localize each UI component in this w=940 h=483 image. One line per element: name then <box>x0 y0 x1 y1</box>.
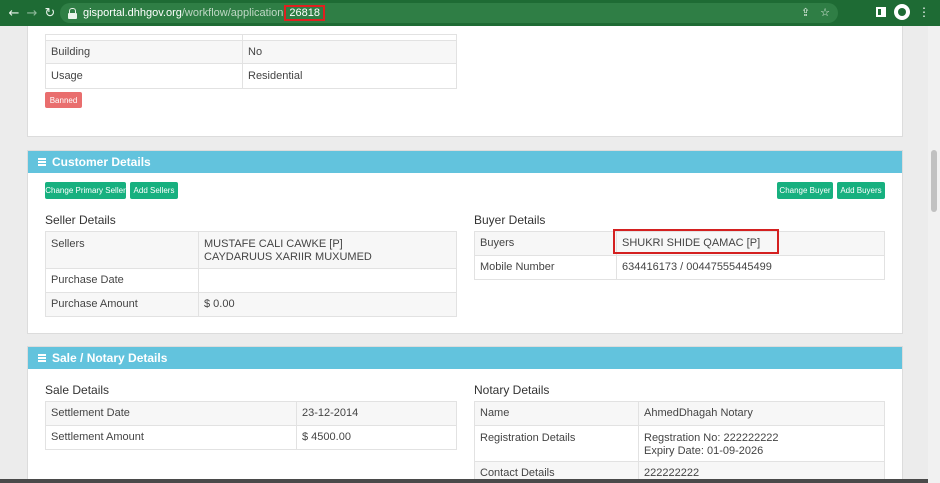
seller-details-title: Seller Details <box>45 213 116 227</box>
add-buyers-button[interactable]: Add Buyers <box>837 182 885 199</box>
settlement-date-label: Settlement Date <box>45 401 297 426</box>
property-details-card: Building No Usage Residential Banned <box>27 26 903 137</box>
share-icon[interactable]: ⇪ <box>801 6 810 19</box>
customer-details-title: Customer Details <box>52 155 151 169</box>
purchase-amount-label: Purchase Amount <box>45 292 199 317</box>
table-row: Building No <box>45 40 457 64</box>
seller-table: Sellers MUSTAFE CALI CAWKE [P] CAYDARUUS… <box>45 231 457 317</box>
notary-details-title: Notary Details <box>474 383 550 397</box>
buyer-highlight-box <box>613 229 779 254</box>
table-row: Purchase Amount $ 0.00 <box>45 292 457 317</box>
registration-number: Regstration No: 222222222 <box>644 432 779 444</box>
forward-arrow-icon[interactable]: → <box>22 3 42 23</box>
expiry-date: Expiry Date: 01-09-2026 <box>644 445 764 457</box>
building-value: No <box>242 40 457 64</box>
list-icon <box>38 158 46 166</box>
side-panel-icon[interactable] <box>876 7 886 17</box>
change-buyer-button[interactable]: Change Buyer <box>777 182 833 199</box>
table-row: Registration Details Regstration No: 222… <box>474 425 885 462</box>
purchase-amount-value: $ 0.00 <box>198 292 457 317</box>
browser-toolbar: ← → ↻ gisportal.dhhgov.org/workflow/appl… <box>0 0 940 26</box>
usage-value: Residential <box>242 63 457 89</box>
sale-notary-details-header: Sale / Notary Details <box>28 347 902 369</box>
add-sellers-button[interactable]: Add Sellers <box>130 182 178 199</box>
settlement-amount-label: Settlement Amount <box>45 425 297 450</box>
table-row: Purchase Date <box>45 268 457 293</box>
sellers-value: MUSTAFE CALI CAWKE [P] CAYDARUUS XARIIR … <box>198 231 457 269</box>
mobile-number-label: Mobile Number <box>474 255 617 280</box>
reload-icon[interactable]: ↻ <box>40 3 60 23</box>
table-row: Mobile Number 634416173 / 00447555445499 <box>474 255 885 280</box>
mobile-number-value: 634416173 / 00447555445499 <box>616 255 885 280</box>
usage-label: Usage <box>45 63 243 89</box>
sale-table: Settlement Date 23-12-2014 Settlement Am… <box>45 401 457 450</box>
registration-details-label: Registration Details <box>474 425 639 462</box>
seller-name: CAYDARUUS XARIIR MUXUMED <box>204 251 372 263</box>
purchase-date-label: Purchase Date <box>45 268 199 293</box>
primary-seller-name: MUSTAFE CALI CAWKE [P] <box>204 238 343 250</box>
menu-kebab-icon[interactable]: ⋮ <box>918 5 930 19</box>
bookmark-star-icon[interactable]: ☆ <box>820 6 830 19</box>
taskbar-strip <box>0 479 928 483</box>
table-row: Settlement Date 23-12-2014 <box>45 401 457 426</box>
buyers-label: Buyers <box>474 231 617 256</box>
notary-name-value: AhmedDhagah Notary <box>638 401 885 426</box>
notary-name-label: Name <box>474 401 639 426</box>
settlement-amount-value: $ 4500.00 <box>296 425 457 450</box>
change-primary-seller-button[interactable]: Change Primary Seller <box>45 182 126 199</box>
scrollbar-thumb[interactable] <box>931 150 937 212</box>
building-label: Building <box>45 40 243 64</box>
purchase-date-value <box>198 268 457 293</box>
profile-avatar-icon[interactable] <box>894 4 910 20</box>
sale-details-title: Sale Details <box>45 383 110 397</box>
back-arrow-icon[interactable]: ← <box>4 3 24 23</box>
url-application-id: 26818 <box>284 5 325 21</box>
address-bar[interactable]: gisportal.dhhgov.org/workflow/applicatio… <box>60 3 838 23</box>
property-table: Building No Usage Residential <box>45 34 457 89</box>
customer-details-card: Customer Details Change Primary Seller A… <box>27 150 903 334</box>
customer-details-header: Customer Details <box>28 151 902 173</box>
registration-details-value: Regstration No: 222222222 Expiry Date: 0… <box>638 425 885 462</box>
sale-notary-details-title: Sale / Notary Details <box>52 351 168 365</box>
notary-table: Name AhmedDhagah Notary Registration Det… <box>474 401 885 483</box>
table-row: Settlement Amount $ 4500.00 <box>45 425 457 450</box>
page-scrollbar[interactable] <box>928 26 940 483</box>
page-content: Building No Usage Residential Banned Cus… <box>0 26 928 483</box>
banned-status-badge: Banned <box>45 92 82 108</box>
sale-notary-details-card: Sale / Notary Details Sale Details Settl… <box>27 346 903 483</box>
settlement-date-value: 23-12-2014 <box>296 401 457 426</box>
table-row: Sellers MUSTAFE CALI CAWKE [P] CAYDARUUS… <box>45 231 457 269</box>
url-text[interactable]: gisportal.dhhgov.org/workflow/applicatio… <box>83 5 325 21</box>
sellers-label: Sellers <box>45 231 199 269</box>
list-icon <box>38 354 46 362</box>
table-row: Usage Residential <box>45 63 457 89</box>
lock-icon <box>68 7 77 19</box>
buyer-details-title: Buyer Details <box>474 213 546 227</box>
table-row: Name AhmedDhagah Notary <box>474 401 885 426</box>
